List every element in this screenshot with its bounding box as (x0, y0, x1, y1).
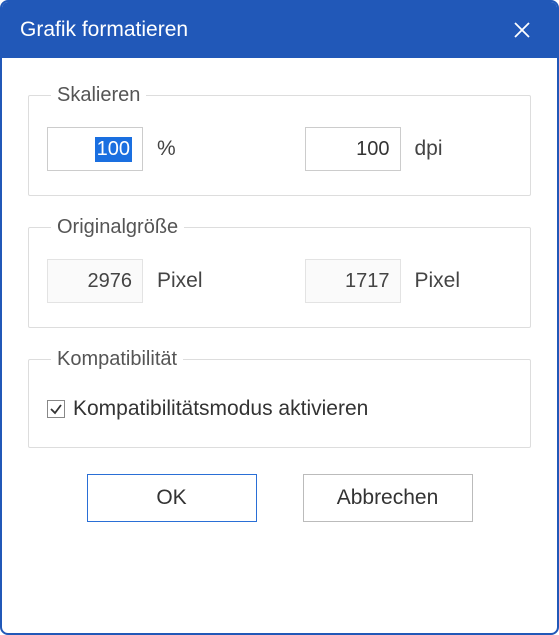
original-size-group: Originalgröße Pixel Pixel (28, 216, 531, 328)
check-icon (49, 402, 63, 416)
dialog-buttons: OK Abbrechen (28, 460, 531, 522)
dialog-content: Skalieren 100 % dpi Originalgröße (2, 58, 557, 633)
compat-legend: Kompatibilität (51, 348, 183, 371)
scaling-legend: Skalieren (51, 84, 146, 107)
titlebar: Grafik formatieren (2, 2, 557, 58)
original-height-unit: Pixel (415, 269, 461, 293)
original-width-value (47, 259, 143, 303)
scaling-group: Skalieren 100 % dpi (28, 84, 531, 196)
compat-checkbox-row[interactable]: Kompatibilitätsmodus aktivieren (47, 391, 512, 423)
compatibility-group: Kompatibilität Kompatibilitätsmodus akti… (28, 348, 531, 448)
percent-unit-label: % (157, 137, 176, 161)
original-height-value (305, 259, 401, 303)
scale-percent-value: 100 (95, 137, 132, 162)
format-graphic-dialog: Grafik formatieren Skalieren 100 % (0, 0, 559, 635)
scale-percent-input[interactable]: 100 (47, 127, 143, 171)
ok-button[interactable]: OK (87, 474, 257, 522)
cancel-button[interactable]: Abbrechen (303, 474, 473, 522)
dialog-title: Grafik formatieren (20, 18, 188, 42)
dpi-unit-label: dpi (415, 137, 443, 161)
compat-checkbox[interactable] (47, 400, 65, 418)
scale-dpi-input[interactable] (305, 127, 401, 171)
close-icon[interactable] (505, 17, 539, 43)
original-legend: Originalgröße (51, 216, 184, 239)
compat-checkbox-label: Kompatibilitätsmodus aktivieren (73, 397, 368, 421)
original-width-unit: Pixel (157, 269, 203, 293)
